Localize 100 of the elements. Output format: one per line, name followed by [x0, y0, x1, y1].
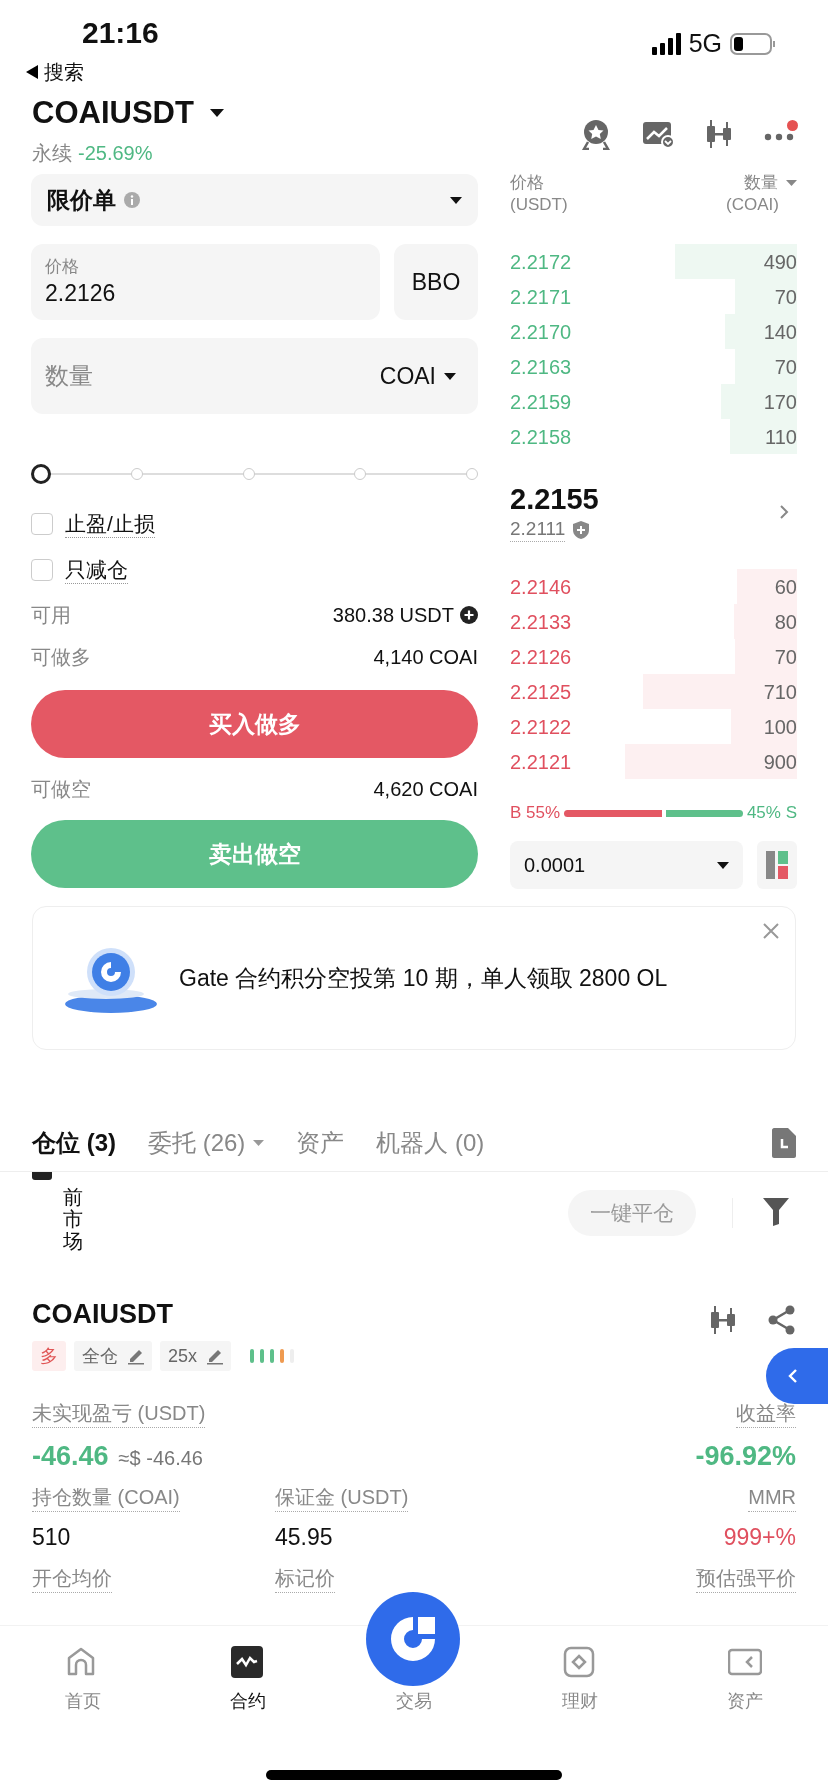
buy-ratio: B 55%	[510, 802, 561, 825]
position-symbol: COAIUSDT	[32, 1297, 173, 1331]
tab[interactable]: 机器人 (0)	[376, 1114, 485, 1171]
ask-price[interactable]: 2.2163	[510, 351, 572, 382]
unit-selector[interactable]: COAI	[379, 358, 456, 394]
slider-thumb[interactable]	[31, 464, 51, 484]
metric-value: 999+%	[723, 1522, 796, 1552]
close-icon[interactable]	[763, 923, 779, 939]
slider-track[interactable]	[31, 464, 478, 484]
edit-icon	[207, 1347, 224, 1365]
nav-tab[interactable]: 交易	[396, 1688, 432, 1715]
ask-price[interactable]: 2.2172	[510, 246, 572, 277]
bid-price[interactable]: 2.2133	[510, 606, 572, 637]
risk-meter-icon	[249, 1346, 296, 1366]
contract-type: 永续	[32, 141, 72, 166]
metric-label[interactable]: 保证金 (USDT)	[275, 1483, 409, 1512]
caret-icon	[450, 196, 462, 204]
bbo-button[interactable]: BBO	[394, 244, 478, 320]
mark-price[interactable]: 2.2111	[510, 517, 566, 542]
bid-price[interactable]: 2.2121	[510, 746, 572, 777]
ask-price[interactable]: 2.2158	[510, 421, 572, 452]
field-label: 可用	[31, 603, 71, 628]
ask-price[interactable]: 2.2159	[510, 386, 572, 417]
price-change: -25.69%	[78, 141, 153, 166]
back-link[interactable]: 搜索	[0, 58, 828, 86]
metric-label[interactable]: 持仓数量 (COAI)	[32, 1483, 180, 1512]
buy-long-button[interactable]: 买入做多	[31, 690, 478, 758]
order-quantity: 70	[774, 644, 797, 670]
slider-tick	[130, 468, 143, 480]
nav-tab[interactable]: 合约	[165, 1626, 332, 1792]
quantity-field[interactable]: 数量 COAI	[31, 338, 478, 414]
caret-icon[interactable]	[786, 180, 797, 186]
metric-label[interactable]: MMR	[748, 1483, 796, 1512]
order-quantity: 170	[763, 389, 797, 415]
nav-tab[interactable]: 首页	[0, 1626, 166, 1792]
chevron-left-icon	[788, 1369, 798, 1383]
checkbox[interactable]	[31, 559, 53, 581]
checkbox[interactable]	[31, 513, 53, 535]
tab[interactable]: 资产	[296, 1114, 345, 1171]
precision-dropdown[interactable]: 0.0001	[510, 841, 743, 889]
side-panel-tab[interactable]	[766, 1348, 828, 1404]
caret-icon	[717, 861, 729, 869]
metric-label[interactable]: 预估强平价	[696, 1564, 796, 1593]
sell-ratio: 45% S	[746, 802, 797, 825]
field-value: 4,140 COAI	[373, 645, 478, 670]
bid-price[interactable]: 2.2125	[510, 676, 572, 707]
option-label[interactable]: 止盈/止损	[65, 510, 155, 538]
status-time: 21:16	[82, 18, 159, 48]
option-label[interactable]: 只减仓	[65, 556, 128, 584]
order-quantity: 710	[763, 679, 797, 705]
order-quantity: 80	[774, 609, 797, 635]
chevron-right-icon[interactable]	[780, 504, 789, 519]
nav-tab[interactable]: 资产	[662, 1626, 828, 1792]
order-type-dropdown[interactable]: 限价单	[31, 174, 478, 226]
filter-label[interactable]: 前市场	[63, 1186, 83, 1252]
field-value: 380.38 USDT	[332, 603, 454, 628]
candlestick-icon[interactable]	[704, 118, 734, 150]
share-icon[interactable]	[768, 1305, 796, 1335]
ask-price[interactable]: 2.2170	[510, 316, 572, 347]
badge-icon[interactable]	[580, 118, 612, 150]
trade-logo-button[interactable]	[366, 1592, 460, 1686]
column-header[interactable]: 数量	[744, 172, 778, 194]
setting-tag[interactable]: 全仓	[74, 1341, 152, 1371]
nav-tab[interactable]: 理财	[496, 1626, 663, 1792]
bid-price[interactable]: 2.2126	[510, 641, 572, 672]
filter-icon[interactable]	[763, 1198, 789, 1226]
ask-price[interactable]: 2.2171	[510, 281, 572, 312]
banner-text[interactable]: Gate 合约积分空投第 10 期，单人领取 2800 OL	[179, 960, 668, 996]
last-price: 2.2155	[510, 482, 599, 517]
promo-banner[interactable]: Gate 合约积分空投第 10 期，单人领取 2800 OL	[32, 906, 796, 1050]
caret-icon	[209, 109, 224, 117]
column-header: 价格	[510, 172, 545, 194]
order-quantity: 70	[774, 354, 797, 380]
more-icon[interactable]	[764, 133, 794, 141]
tab[interactable]: 仓位 (3)	[32, 1114, 116, 1171]
metric-approx: ≈$ -46.46	[118, 1446, 203, 1471]
field-label: 可做空	[31, 777, 91, 802]
order-quantity: 70	[774, 284, 797, 310]
symbol-selector[interactable]: COAIUSDT	[32, 92, 224, 134]
metric-label[interactable]: 未实现盈亏 (USDT)	[32, 1400, 206, 1428]
signal-icon	[651, 32, 681, 55]
price-field[interactable]: 价格 2.2126	[31, 244, 380, 320]
metric-value: -46.46	[32, 1440, 109, 1473]
bid-price[interactable]: 2.2146	[510, 571, 572, 602]
layout-toggle-icon[interactable]	[757, 841, 797, 889]
order-quantity: 110	[765, 424, 797, 450]
edit-icon	[128, 1347, 144, 1365]
sell-short-button[interactable]: 卖出做空	[31, 820, 478, 888]
slider-tick	[354, 468, 367, 480]
history-icon[interactable]	[772, 1127, 796, 1158]
chart-icon[interactable]	[642, 119, 674, 149]
candlestick-icon[interactable]	[708, 1304, 738, 1336]
battery-icon	[730, 32, 776, 55]
add-icon[interactable]	[460, 606, 478, 624]
bid-price[interactable]: 2.2122	[510, 711, 572, 742]
metric-label[interactable]: 开仓均价	[32, 1564, 112, 1593]
setting-tag[interactable]: 25x	[160, 1341, 232, 1371]
metric-label[interactable]: 标记价	[275, 1564, 335, 1593]
order-quantity: 140	[763, 319, 797, 345]
tab[interactable]: 委托 (26)	[148, 1114, 265, 1171]
